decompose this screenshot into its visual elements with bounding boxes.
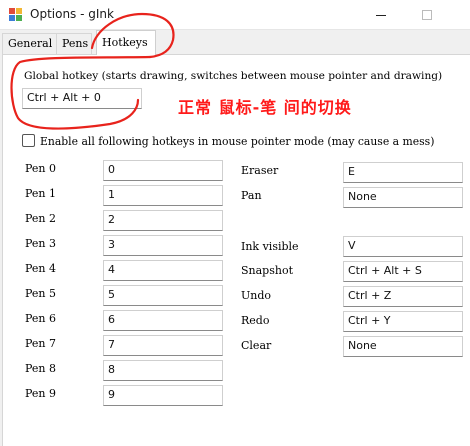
pan-field[interactable]: None [343, 187, 463, 208]
pen-4-label: Pen 4 [25, 262, 56, 275]
pen-3-label: Pen 3 [25, 237, 56, 250]
pen-8-label: Pen 8 [25, 362, 56, 375]
enable-hotkeys-label: Enable all following hotkeys in mouse po… [40, 135, 435, 148]
undo-field[interactable]: Ctrl + Z [343, 286, 463, 307]
snapshot-field[interactable]: Ctrl + Alt + S [343, 261, 463, 282]
pen-2-field[interactable]: 2 [103, 210, 223, 231]
global-hotkey-field[interactable]: Ctrl + Alt + 0 [22, 88, 142, 109]
tab-hotkeys[interactable]: Hotkeys [96, 30, 156, 55]
redo-field[interactable]: Ctrl + Y [343, 311, 463, 332]
pen-0-label: Pen 0 [25, 162, 56, 175]
redo-label: Redo [241, 314, 270, 327]
pen-2-label: Pen 2 [25, 212, 56, 225]
minimize-icon [376, 14, 386, 16]
ink-visible-label: Ink visible [241, 240, 299, 253]
clear-field[interactable]: None [343, 336, 463, 357]
pen-9-field[interactable]: 9 [103, 385, 223, 406]
window-title: Options - gInk [30, 7, 114, 21]
pen-8-field[interactable]: 8 [103, 360, 223, 381]
pen-1-label: Pen 1 [25, 187, 56, 200]
pen-3-field[interactable]: 3 [103, 235, 223, 256]
pen-6-label: Pen 6 [25, 312, 56, 325]
maximize-button[interactable] [404, 0, 450, 30]
snapshot-label: Snapshot [241, 264, 293, 277]
pen-0-field[interactable]: 0 [103, 160, 223, 181]
pen-7-field[interactable]: 7 [103, 335, 223, 356]
pen-5-field[interactable]: 5 [103, 285, 223, 306]
clear-label: Clear [241, 339, 272, 352]
global-hotkey-label: Global hotkey (starts drawing, switches … [24, 70, 443, 82]
tab-pens[interactable]: Pens [56, 33, 92, 54]
minimize-button[interactable] [358, 0, 404, 30]
undo-label: Undo [241, 289, 272, 302]
tab-strip: General Pens Hotkeys [0, 30, 470, 55]
pen-4-field[interactable]: 4 [103, 260, 223, 281]
pan-label: Pan [241, 189, 262, 202]
pen-5-label: Pen 5 [25, 287, 56, 300]
enable-hotkeys-checkbox[interactable] [22, 134, 35, 147]
tab-general[interactable]: General [2, 33, 57, 54]
eraser-label: Eraser [241, 164, 279, 177]
maximize-icon [422, 10, 432, 20]
app-icon [9, 8, 23, 22]
annotation-text: 正常 鼠标-笔 间的切换 [178, 98, 352, 117]
title-bar: Options - gInk [0, 0, 470, 30]
pen-1-field[interactable]: 1 [103, 185, 223, 206]
eraser-field[interactable]: E [343, 162, 463, 183]
pen-9-label: Pen 9 [25, 387, 56, 400]
pen-7-label: Pen 7 [25, 337, 56, 350]
pen-6-field[interactable]: 6 [103, 310, 223, 331]
ink-visible-field[interactable]: V [343, 236, 463, 257]
